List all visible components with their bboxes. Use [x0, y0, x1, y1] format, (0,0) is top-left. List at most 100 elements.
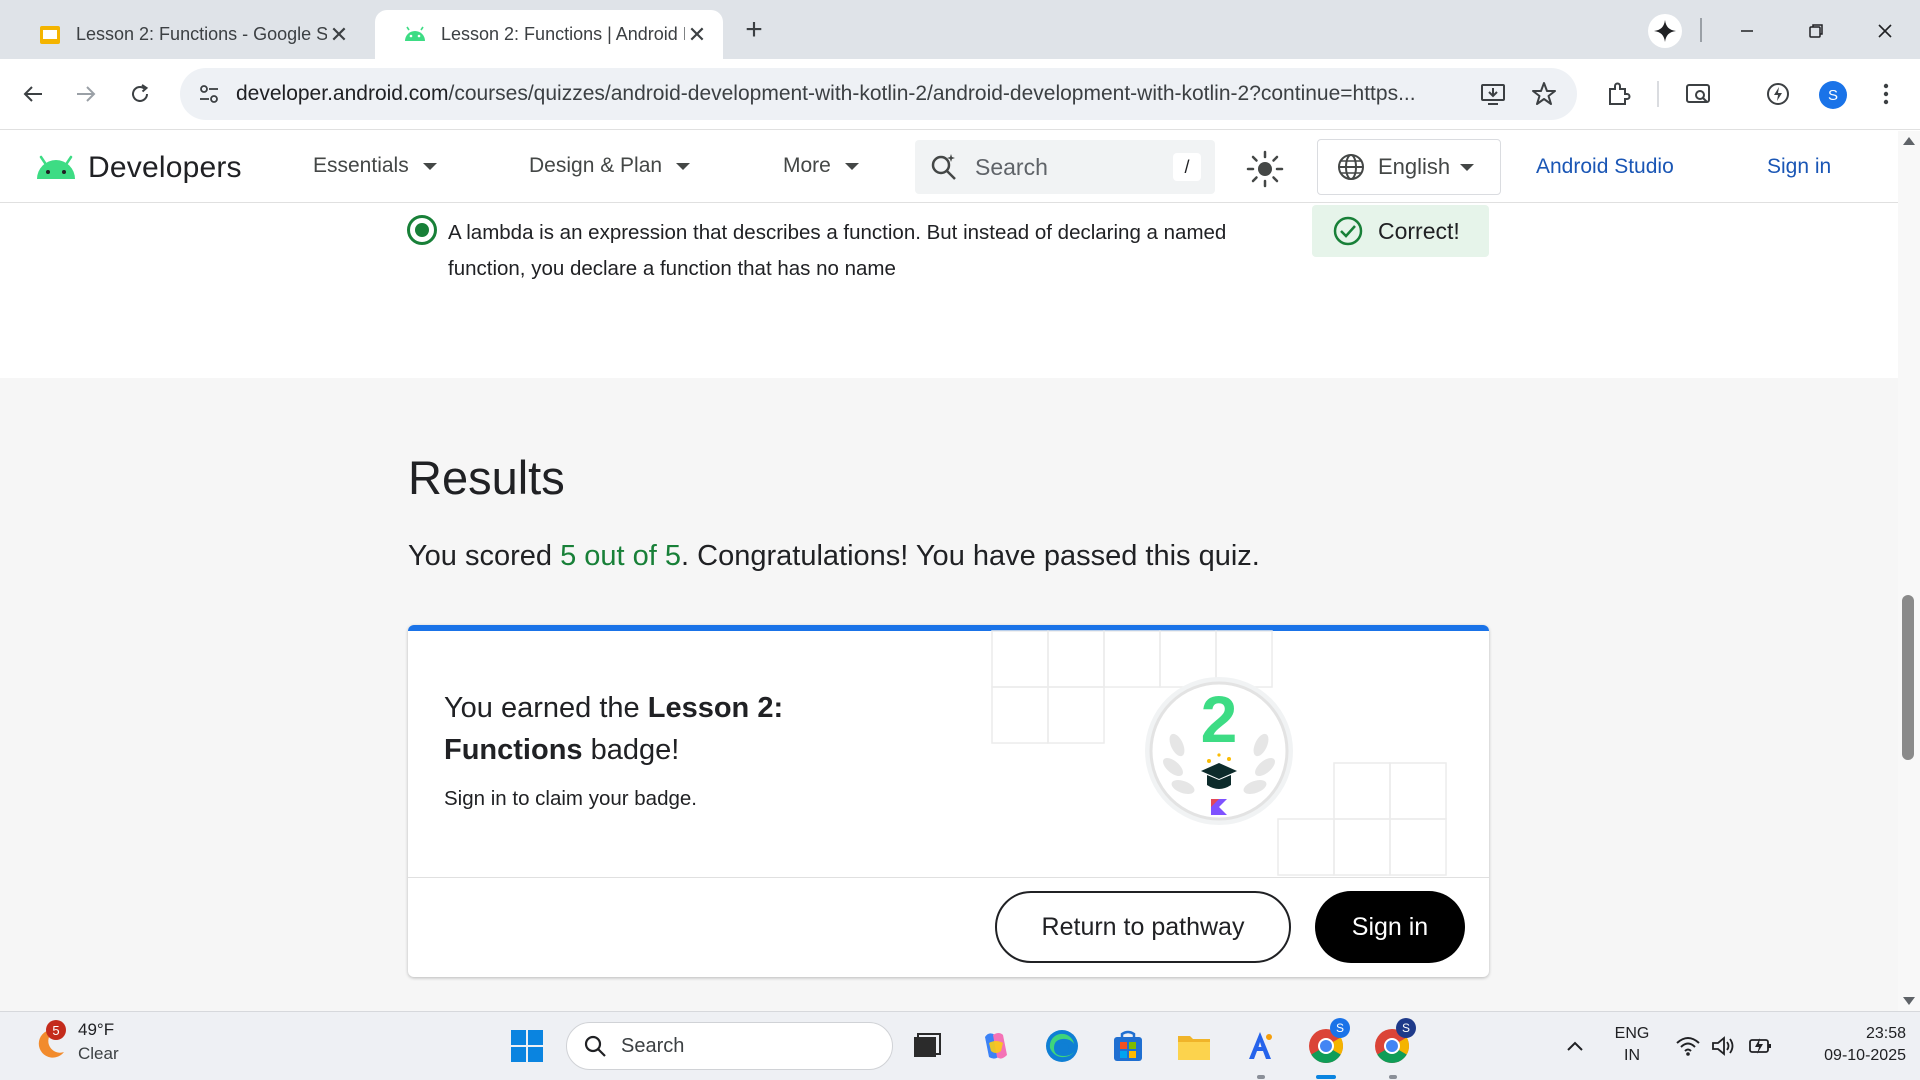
sign-in-button[interactable]: Sign in [1315, 891, 1465, 963]
close-tab-icon[interactable]: ✕ [327, 22, 351, 47]
google-slides-icon [38, 23, 62, 47]
minimize-icon[interactable] [1730, 14, 1764, 48]
theme-toggle-sun-icon[interactable] [1245, 149, 1285, 189]
badge-card: You earned the Lesson 2: Functions badge… [408, 625, 1489, 977]
weather-condition: Clear [78, 1044, 119, 1063]
nav-more[interactable]: More [783, 154, 859, 178]
search-shortcut-key: / [1173, 153, 1201, 181]
microsoft-store-icon[interactable] [1108, 1026, 1148, 1066]
battery-charging-icon[interactable] [1740, 1026, 1780, 1066]
weather-widget[interactable]: 5 49°F Clear [26, 1020, 119, 1064]
chrome-profile-badge: S [1330, 1018, 1350, 1038]
badge-earned-text: You earned the Lesson 2: Functions badge… [444, 687, 864, 771]
tab-android-developers[interactable]: Lesson 2: Functions | Android Developers… [375, 10, 723, 59]
tab-google-slides[interactable]: Lesson 2: Functions - Google Slides ✕ [10, 10, 365, 59]
nav-label: Essentials [313, 154, 409, 177]
correct-label: Correct! [1378, 217, 1460, 244]
url-text: developer.android.com/courses/quizzes/an… [236, 82, 1426, 106]
close-window-icon[interactable] [1868, 14, 1902, 48]
taskbar-search-label: Search [621, 1034, 685, 1057]
profile-avatar[interactable]: S [1819, 81, 1847, 109]
task-view-icon[interactable] [907, 1026, 947, 1066]
bookmark-star-icon[interactable] [1530, 80, 1558, 108]
site-search-input[interactable]: Search / [915, 140, 1215, 194]
scroll-up-arrow-icon[interactable] [1903, 137, 1915, 145]
score-value: 5 out of 5 [560, 540, 682, 572]
nav-label: Design & Plan [529, 154, 663, 177]
region-code: IN [1624, 1047, 1640, 1064]
caret-down-icon [422, 162, 437, 170]
input-language[interactable]: ENG IN [1604, 1023, 1660, 1067]
taskbar-search[interactable]: Search [566, 1022, 893, 1070]
scrollbar-thumb[interactable] [1902, 595, 1914, 760]
badge-prefix: You earned the [444, 692, 648, 724]
file-explorer-icon[interactable] [1174, 1026, 1214, 1066]
address-bar[interactable]: developer.android.com/courses/quizzes/an… [180, 68, 1577, 120]
page-scrollbar[interactable] [1898, 131, 1920, 1011]
windows-taskbar: 5 49°F Clear Search S S ENG IN 23:58 09-… [0, 1011, 1920, 1080]
badge-suffix: badge! [582, 734, 680, 766]
quiz-answer-section: A lambda is an expression that describes… [0, 203, 1898, 378]
android-logo-icon [36, 155, 76, 181]
wifi-icon[interactable] [1668, 1026, 1708, 1066]
android-studio-link[interactable]: Android Studio [1536, 155, 1674, 179]
nav-design-plan[interactable]: Design & Plan [529, 154, 691, 178]
results-heading: Results [408, 451, 565, 504]
selected-radio-button[interactable] [407, 215, 437, 245]
globe-icon [1336, 152, 1366, 182]
claim-badge-text: Sign in to claim your badge. [444, 787, 697, 810]
weather-alert-badge: 5 [46, 1020, 66, 1040]
logo-text: Developers [88, 151, 242, 184]
tab-title: Lesson 2: Functions - Google Slides [76, 24, 327, 44]
reload-icon[interactable] [122, 76, 158, 112]
clock-date: 09-10-2025 [1824, 1047, 1906, 1064]
chrome-profile-badge: S [1396, 1018, 1416, 1038]
page-content: A lambda is an expression that describes… [0, 203, 1898, 1011]
close-tab-icon[interactable]: ✕ [685, 22, 709, 47]
restore-icon[interactable] [1799, 14, 1833, 48]
nav-essentials[interactable]: Essentials [313, 154, 437, 178]
translate-app-icon[interactable] [1240, 1026, 1280, 1066]
divider [1657, 81, 1659, 107]
android-icon [403, 23, 427, 47]
back-arrow-icon[interactable] [15, 76, 51, 112]
score-suffix: . Congratulations! You have passed this … [681, 540, 1260, 572]
search-spark-icon [929, 152, 959, 182]
scroll-down-arrow-icon[interactable] [1903, 997, 1915, 1005]
search-icon [583, 1034, 607, 1058]
volume-icon[interactable] [1703, 1026, 1743, 1066]
running-indicator [1257, 1075, 1265, 1079]
lang-code: ENG [1614, 1025, 1650, 1042]
install-app-icon[interactable] [1479, 80, 1507, 108]
chrome-icon[interactable]: S [1372, 1018, 1416, 1066]
copilot-icon[interactable] [976, 1026, 1016, 1066]
weather-temperature: 49°F [78, 1020, 115, 1039]
lesson-badge: 2 [1143, 675, 1295, 827]
chrome-icon[interactable]: S [1306, 1018, 1350, 1066]
clock[interactable]: 23:58 09-10-2025 [1784, 1023, 1906, 1067]
forward-arrow-icon[interactable] [68, 76, 104, 112]
header-sign-in-link[interactable]: Sign in [1767, 155, 1831, 179]
site-header: Developers Essentials Design & Plan More… [0, 131, 1898, 203]
edge-browser-icon[interactable] [1042, 1026, 1082, 1066]
results-section: Results You scored 5 out of 5. Congratul… [0, 378, 1898, 1011]
return-to-pathway-button[interactable]: Return to pathway [995, 891, 1291, 963]
score-prefix: You scored [408, 540, 561, 572]
browser-tab-strip: Lesson 2: Functions - Google Slides ✕ Le… [0, 0, 1920, 59]
gemini-sparkle-icon[interactable] [1648, 14, 1682, 48]
new-tab-button[interactable]: + [738, 15, 770, 47]
chevron-up-icon[interactable] [1555, 1026, 1595, 1066]
extensions-icon[interactable] [1601, 76, 1637, 112]
tab-search-icon[interactable] [1680, 76, 1716, 112]
correct-feedback-chip: Correct! [1312, 205, 1489, 257]
url-host: developer.android.com [236, 82, 449, 105]
developers-logo[interactable]: Developers [36, 151, 242, 185]
performance-icon[interactable] [1760, 76, 1796, 112]
caret-down-icon [1460, 163, 1475, 171]
url-path: /courses/quizzes/android-development-wit… [448, 82, 1416, 105]
windows-start-icon[interactable] [507, 1026, 547, 1066]
language-selector[interactable]: English [1317, 139, 1501, 195]
kebab-menu-icon[interactable] [1868, 76, 1904, 112]
caret-down-icon [676, 162, 691, 170]
site-info-icon[interactable] [194, 79, 224, 109]
